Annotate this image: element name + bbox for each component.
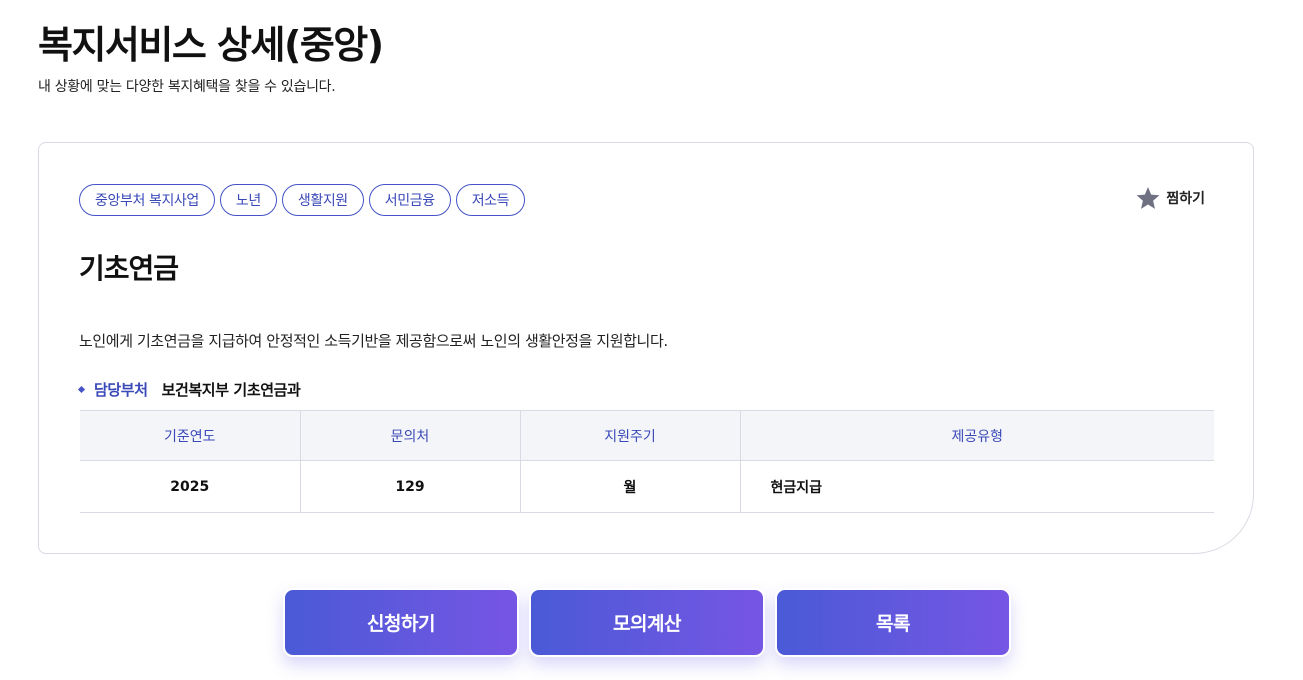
header-contact: 문의처 <box>300 410 521 461</box>
department-value: 보건복지부 기초연금과 <box>161 381 301 399</box>
tag-list: 중앙부처 복지사업 노년 생활지원 서민금융 저소득 <box>79 184 526 216</box>
action-buttons: 신청하기 모의계산 목록 <box>283 588 1011 657</box>
tag-central-welfare[interactable]: 중앙부처 복지사업 <box>79 184 215 216</box>
header-support-cycle: 지원주기 <box>520 410 741 461</box>
favorite-label: 찜하기 <box>1166 191 1205 207</box>
service-title: 기초연금 <box>79 252 179 285</box>
department-info: 담당부처 보건복지부 기초연금과 <box>77 379 301 400</box>
service-info-table: 기준연도 문의처 지원주기 제공유형 2025 129 월 현금지급 <box>80 410 1214 513</box>
service-detail-card: 중앙부처 복지사업 노년 생활지원 서민금융 저소득 찜하기 기초연금 노인에게… <box>38 142 1254 554</box>
table-header-row: 기준연도 문의처 지원주기 제공유형 <box>80 410 1214 461</box>
cell-provision-type: 현금지급 <box>740 460 1214 513</box>
apply-button[interactable]: 신청하기 <box>283 588 519 657</box>
table-row: 2025 129 월 현금지급 <box>80 460 1214 513</box>
cell-support-cycle: 월 <box>520 460 741 513</box>
list-button[interactable]: 목록 <box>775 588 1011 657</box>
cell-base-year: 2025 <box>80 460 301 513</box>
page-title: 복지서비스 상세(중앙) <box>38 23 384 67</box>
bullet-icon <box>77 385 86 394</box>
favorite-button[interactable]: 찜하기 <box>1135 185 1205 211</box>
tag-low-income[interactable]: 저소득 <box>455 184 526 216</box>
service-description: 노인에게 기초연금을 지급하여 안정적인 소득기반을 제공함으로써 노인의 생활… <box>79 332 668 350</box>
cell-contact: 129 <box>300 460 521 513</box>
tag-living-support[interactable]: 생활지원 <box>281 184 364 216</box>
header-base-year: 기준연도 <box>80 410 301 461</box>
department-label: 담당부처 <box>94 381 148 399</box>
tag-senior[interactable]: 노년 <box>219 184 277 216</box>
header-provision-type: 제공유형 <box>740 410 1214 461</box>
simulate-button[interactable]: 모의계산 <box>529 588 765 657</box>
tag-microfinance[interactable]: 서민금융 <box>368 184 451 216</box>
star-icon <box>1136 186 1160 209</box>
page-subtitle: 내 상황에 맞는 다양한 복지혜택을 찾을 수 있습니다. <box>38 79 336 95</box>
